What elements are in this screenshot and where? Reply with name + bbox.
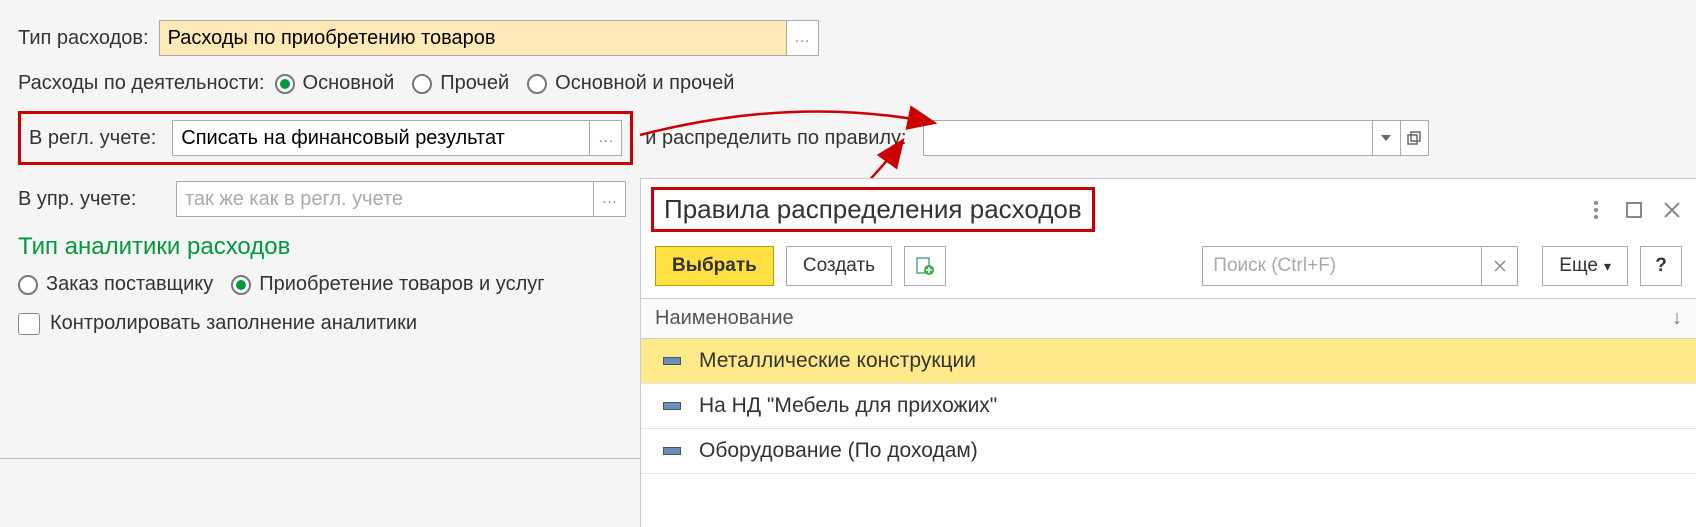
regl-ellipsis-button[interactable] (590, 120, 622, 156)
expense-type-ellipsis-button[interactable] (787, 20, 819, 56)
maximize-icon (1626, 202, 1642, 218)
form-divider (0, 458, 640, 459)
close-icon (1664, 202, 1680, 218)
more-button[interactable]: Еще ▾ (1542, 246, 1628, 286)
list-item-label: На НД "Мебель для прихожих" (699, 394, 997, 418)
search-clear-button[interactable] (1482, 246, 1518, 286)
regl-label: В регл. учете: (29, 127, 156, 150)
list-item-label: Металлические конструкции (699, 349, 976, 373)
kebab-icon (1594, 201, 1598, 219)
activity-radio-other-label: Прочей (440, 72, 509, 95)
caret-down-icon: ▾ (1604, 258, 1611, 275)
activity-radio-both-label: Основной и прочей (555, 72, 734, 95)
item-icon (663, 402, 681, 410)
analytics-radio-order[interactable]: Заказ поставщику (18, 273, 213, 296)
regl-input[interactable] (172, 120, 590, 156)
rule-dropdown-button[interactable] (1373, 120, 1401, 156)
more-button-label: Еще (1559, 255, 1598, 277)
regl-highlight: В регл. учете: (18, 111, 633, 165)
sort-down-icon: ↓ (1672, 307, 1682, 330)
list-item[interactable]: Металлические конструкции (641, 339, 1696, 384)
dialog-maximize-button[interactable] (1620, 196, 1648, 224)
activity-radio-main[interactable]: Основной (275, 72, 395, 95)
radio-dot-icon (275, 74, 295, 94)
analytics-radio-purchase[interactable]: Приобретение товаров и услуг (231, 273, 544, 296)
activity-radio-other[interactable]: Прочей (412, 72, 509, 95)
analytics-radio-purchase-label: Приобретение товаров и услуг (259, 273, 544, 296)
create-button[interactable]: Создать (786, 246, 892, 286)
upr-ellipsis-button[interactable] (594, 181, 626, 217)
select-button[interactable]: Выбрать (655, 246, 774, 286)
col-name-header: Наименование (655, 307, 794, 330)
rules-list: Металлические конструкции На НД "Мебель … (641, 339, 1696, 474)
radio-dot-icon (412, 74, 432, 94)
search-input[interactable] (1202, 246, 1482, 286)
activity-radio-main-label: Основной (303, 72, 395, 95)
table-header[interactable]: Наименование ↓ (641, 298, 1696, 339)
list-item[interactable]: Оборудование (По доходам) (641, 429, 1696, 474)
help-button[interactable]: ? (1640, 246, 1682, 286)
rule-label: и распределить по правилу: (645, 127, 906, 150)
rules-dialog: Правила распределения расходов Выбрать С… (640, 178, 1696, 527)
activity-radio-group: Основной Прочей Основной и прочей (275, 72, 735, 95)
list-item[interactable]: На НД "Мебель для прихожих" (641, 384, 1696, 429)
expense-type-label: Тип расходов: (18, 27, 149, 50)
item-icon (663, 357, 681, 365)
radio-dot-icon (527, 74, 547, 94)
upr-label: В упр. учете: (18, 188, 166, 211)
activity-radio-both[interactable]: Основной и прочей (527, 72, 734, 95)
create-copy-button[interactable] (904, 246, 946, 286)
list-item-label: Оборудование (По доходам) (699, 439, 978, 463)
radio-dot-icon (18, 275, 38, 295)
dialog-menu-button[interactable] (1582, 196, 1610, 224)
copy-plus-icon (916, 257, 934, 275)
radio-dot-icon (231, 275, 251, 295)
upr-input[interactable] (176, 181, 594, 217)
open-icon (1407, 131, 1421, 145)
rule-input[interactable] (923, 120, 1373, 156)
control-fill-label: Контролировать заполнение аналитики (50, 312, 417, 335)
activity-label: Расходы по деятельности: (18, 72, 265, 95)
checkbox-box-icon (18, 313, 40, 335)
dialog-close-button[interactable] (1658, 196, 1686, 224)
caret-down-icon (1381, 135, 1391, 141)
clear-x-icon (1494, 260, 1506, 272)
dialog-title: Правила распределения расходов (651, 187, 1095, 232)
item-icon (663, 447, 681, 455)
analytics-radio-order-label: Заказ поставщику (46, 273, 213, 296)
expense-type-input[interactable] (159, 20, 787, 56)
rule-open-button[interactable] (1401, 120, 1429, 156)
